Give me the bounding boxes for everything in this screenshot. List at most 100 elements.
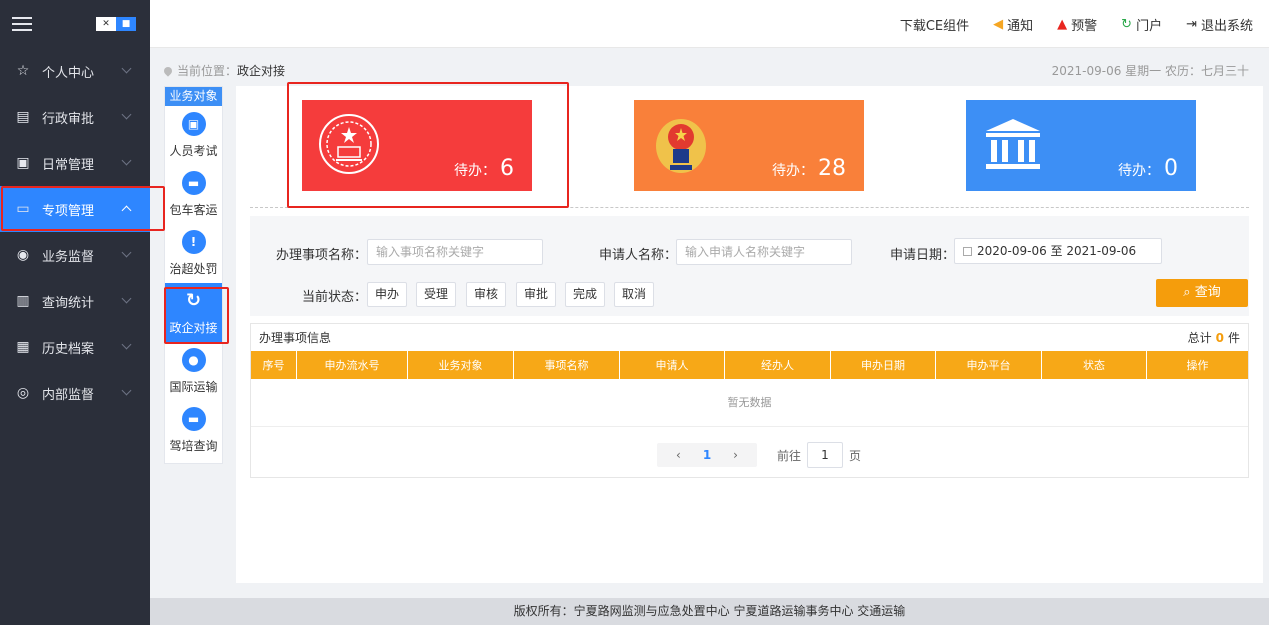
speaker-icon: ◀	[993, 16, 1004, 32]
pending-card-customs[interactable]: 待办： 28	[634, 100, 864, 191]
notice-link[interactable]: ◀ 通知	[993, 15, 1033, 34]
subnav-item-charter-bus[interactable]: ▬ 包车客运	[165, 165, 222, 224]
sidebar-item-label: 查询统计	[42, 295, 95, 311]
sidebar-top-buttons: ✕ ■	[96, 17, 136, 31]
books-icon: ▦	[16, 339, 30, 355]
header-links: 下载CE组件 ◀ 通知 ▲ 预警 ↻ 门户 ⇥ 退出系统	[876, 0, 1253, 48]
subnav-item-label: 包车客运	[169, 203, 218, 217]
column-header[interactable]: 申办平台	[936, 351, 1042, 379]
bank-building-icon	[986, 119, 1040, 169]
column-header[interactable]: 经办人	[725, 351, 831, 379]
sidebar-item-label: 业务监督	[42, 249, 95, 265]
breadcrumb: 当前位置： 政企对接	[162, 62, 286, 79]
hamburger-menu-icon[interactable]	[12, 17, 32, 31]
business-object-subnav: 业务对象 ▣ 人员考试 ▬ 包车客运 ! 治超处罚 ↻ 政企对接 ● 国际运输 …	[164, 86, 223, 464]
logout-link[interactable]: ⇥ 退出系统	[1186, 15, 1253, 34]
table-title: 办理事项信息	[259, 331, 332, 345]
sidebar-top: ✕ ■	[0, 0, 150, 48]
breadcrumb-prefix: 当前位置：	[177, 64, 238, 78]
status-filter-cancel[interactable]: 取消	[614, 282, 655, 307]
close-icon[interactable]: ✕	[96, 17, 116, 31]
query-button-label: 查询	[1194, 285, 1221, 300]
date-range-value: 2020-09-06 至 2021-09-06	[977, 244, 1137, 258]
warning-icon: !	[181, 230, 206, 254]
warning-label: 预警	[1071, 18, 1098, 34]
download-ce-link[interactable]: 下载CE组件	[900, 15, 969, 34]
goto-page-input[interactable]: 1	[807, 442, 843, 468]
breadcrumb-current: 政企对接	[237, 64, 286, 78]
chevron-down-icon	[121, 109, 132, 120]
filter-panel: 办理事项名称： 输入事项名称关键字 申请人名称： 输入申请人名称关键字 申请日期…	[250, 216, 1249, 316]
globe-icon: ●	[181, 348, 206, 372]
pending-card-bank[interactable]: 待办： 0	[966, 100, 1196, 191]
sidebar-item-internal-supervision[interactable]: ◎ 内部监督	[0, 370, 150, 416]
bell-icon: ▲	[1057, 16, 1068, 32]
status-filter-complete[interactable]: 完成	[565, 282, 606, 307]
sidebar: ✕ ■ ☆ 个人中心 ▤ 行政审批 ▣ 日常管理 ▭ 专项管理 ◉ 业务监督 ▥…	[0, 0, 150, 625]
date-range-picker[interactable]: 2020-09-06 至 2021-09-06	[954, 238, 1162, 264]
lock-icon[interactable]: ■	[116, 17, 136, 31]
notice-label: 通知	[1007, 18, 1034, 34]
location-pin-icon	[162, 64, 174, 77]
subnav-item-driver-training[interactable]: ▬ 驾培查询	[165, 401, 222, 460]
column-header[interactable]: 申请人	[620, 351, 725, 379]
subnav-item-personnel-exam[interactable]: ▣ 人员考试	[165, 106, 222, 165]
date-display: 2021-09-06 星期一 农历：七月三十	[1051, 64, 1249, 78]
column-header[interactable]: 序号	[251, 351, 297, 379]
subnav-item-overload-penalty[interactable]: ! 治超处罚	[165, 224, 222, 283]
table-header-bar: 办理事项信息 总计 0 件	[251, 324, 1248, 351]
refresh-icon: ↻	[1121, 16, 1133, 32]
sidebar-item-admin-approval[interactable]: ▤ 行政审批	[0, 94, 150, 140]
subnav-title: 业务对象	[165, 87, 222, 106]
sidebar-item-label: 历史档案	[42, 341, 95, 357]
subnav-item-international-transport[interactable]: ● 国际运输	[165, 342, 222, 401]
table-column-headers: 序号 申办流水号 业务对象 事项名称 申请人 经办人 申办日期 申办平台 状态 …	[251, 351, 1248, 379]
highlight-box	[1, 186, 165, 231]
sidebar-item-query-statistics[interactable]: ▥ 查询统计	[0, 278, 150, 324]
column-header[interactable]: 业务对象	[408, 351, 514, 379]
chevron-down-icon	[121, 247, 132, 258]
sidebar-item-business-supervision[interactable]: ◉ 业务监督	[0, 232, 150, 278]
bus-icon: ▬	[181, 407, 206, 431]
page-suffix: 页	[849, 448, 862, 463]
bar-chart-icon: ▥	[16, 293, 30, 309]
status-label: 当前状态：	[302, 290, 368, 305]
sidebar-item-daily-management[interactable]: ▣ 日常管理	[0, 140, 150, 186]
next-page-icon[interactable]: ›	[733, 448, 738, 462]
star-icon: ☆	[16, 63, 30, 79]
column-header[interactable]: 操作	[1147, 351, 1248, 379]
query-button[interactable]: ⌕ 查询	[1156, 279, 1248, 307]
status-filter-approve[interactable]: 审批	[516, 282, 557, 307]
status-filter-apply[interactable]: 申办	[367, 282, 408, 307]
column-header[interactable]: 申办流水号	[297, 351, 408, 379]
warning-link[interactable]: ▲ 预警	[1057, 15, 1097, 34]
status-filter-review[interactable]: 审核	[466, 282, 507, 307]
chevron-down-icon	[121, 155, 132, 166]
total-count: 总计 0 件	[1187, 331, 1240, 345]
item-name-input[interactable]: 输入事项名称关键字	[367, 239, 543, 265]
chevron-down-icon	[121, 293, 132, 304]
column-header[interactable]: 申办日期	[831, 351, 936, 379]
column-header[interactable]: 状态	[1042, 351, 1147, 379]
person-card-icon: ▣	[181, 112, 206, 136]
document-check-icon: ▤	[16, 109, 30, 125]
sidebar-item-label: 内部监督	[42, 387, 95, 403]
prev-page-icon[interactable]: ‹	[676, 448, 681, 462]
top-header: 下载CE组件 ◀ 通知 ▲ 预警 ↻ 门户 ⇥ 退出系统	[150, 0, 1269, 48]
bus-icon: ▬	[181, 171, 206, 195]
items-table-panel: 办理事项信息 总计 0 件 序号 申办流水号 业务对象 事项名称 申请人 经办人 申…	[250, 323, 1249, 478]
portal-link[interactable]: ↻ 门户	[1121, 15, 1162, 34]
column-header[interactable]: 事项名称	[514, 351, 620, 379]
sidebar-item-personal-center[interactable]: ☆ 个人中心	[0, 48, 150, 94]
chevron-down-icon	[121, 385, 132, 396]
status-filter-accept[interactable]: 受理	[416, 282, 457, 307]
chevron-down-icon	[121, 63, 132, 74]
page-number[interactable]: 1	[703, 448, 711, 462]
applicant-input[interactable]: 输入申请人名称关键字	[676, 239, 852, 265]
goto-label: 前往	[776, 448, 801, 463]
target-icon: ◎	[16, 385, 30, 401]
calendar-icon: ▣	[16, 155, 30, 171]
eye-icon: ◉	[16, 247, 30, 263]
subnav-item-label: 驾培查询	[169, 439, 218, 453]
sidebar-item-history-archive[interactable]: ▦ 历史档案	[0, 324, 150, 370]
